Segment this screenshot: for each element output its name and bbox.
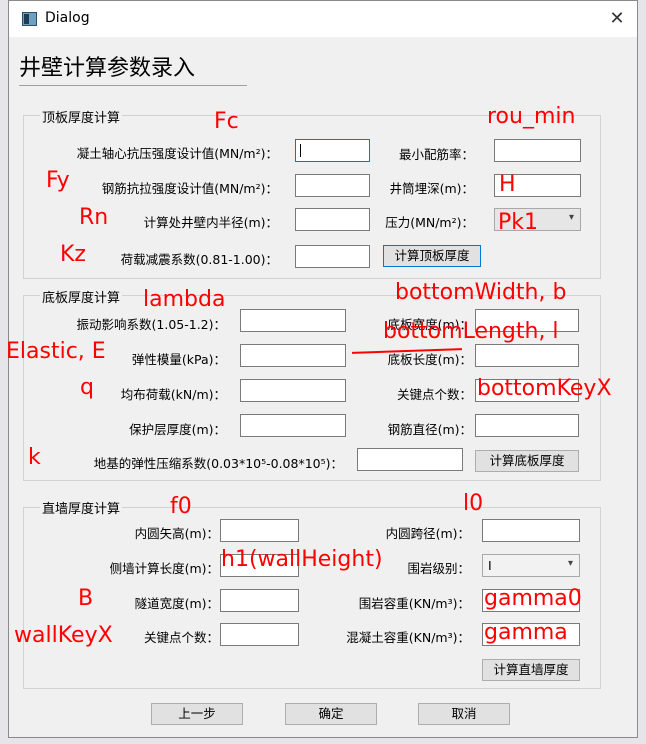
app-icon — [22, 12, 37, 26]
annotation-q: q — [80, 375, 94, 400]
load-input[interactable] — [240, 379, 346, 402]
cover-input[interactable] — [240, 414, 346, 437]
rock-grade-value: I — [488, 558, 492, 573]
annotation-rn: Rn — [79, 205, 109, 230]
min-reinforcement-input[interactable] — [494, 139, 581, 162]
inner-radius-input[interactable] — [295, 208, 370, 231]
cancel-button[interactable]: 取消 — [418, 703, 510, 725]
tunnel-width-input[interactable] — [220, 589, 299, 612]
rock-grade-label: 围岩级别： — [407, 561, 470, 576]
chevron-down-icon: ▾ — [568, 212, 574, 223]
floor-length-input[interactable] — [475, 344, 579, 367]
window-title: Dialog — [45, 10, 90, 26]
seismic-factor-label: 荷载减震系数(0.81-1.00)： — [120, 252, 278, 267]
close-icon[interactable]: ✕ — [606, 8, 628, 30]
annotation-bottom-width: bottomWidth, b — [395, 280, 567, 305]
prev-button[interactable]: 上一步 — [151, 703, 243, 725]
vibration-label: 振动影响系数(1.05-1.2)： — [76, 317, 226, 332]
foundation-input[interactable] — [357, 448, 463, 471]
steel-strength-input[interactable] — [295, 174, 370, 197]
annotation-f0: f0 — [170, 494, 192, 519]
vibration-input[interactable] — [240, 309, 346, 332]
wall-key-points-label: 关键点个数： — [143, 630, 219, 645]
annotation-gamma: gamma — [484, 620, 568, 645]
side-length-label: 侧墙计算长度(m)： — [109, 561, 219, 576]
inner-radius-label: 计算处井壁内半径(m)： — [143, 215, 278, 230]
tunnel-width-label: 隧道宽度(m)： — [134, 596, 219, 611]
seismic-factor-input[interactable] — [295, 245, 370, 268]
concrete-density-label: 混凝土容重(KN/m³)： — [346, 630, 470, 645]
floor-group-title: 底板厚度计算 — [40, 287, 123, 306]
shaft-depth-label: 井筒埋深(m)： — [389, 181, 474, 196]
rebar-diameter-label: 钢筋直径(m)： — [387, 422, 472, 437]
ok-button[interactable]: 确定 — [285, 703, 377, 725]
annotation-rou-min: rou_min — [487, 104, 576, 129]
pressure-label: 压力(MN/m²)： — [385, 215, 474, 230]
annotation-h1: h1(wallHeight) — [221, 547, 383, 572]
annotation-lambda: lambda — [143, 287, 226, 312]
rock-density-label: 围岩容重(KN/m³)： — [358, 596, 470, 611]
load-label: 均布荷载(kN/m)： — [120, 387, 226, 402]
page-title: 井壁计算参数录入 — [19, 56, 196, 81]
annotation-k: k — [28, 445, 41, 470]
calc-floor-button[interactable]: 计算底板厚度 — [475, 450, 579, 472]
title-bar: Dialog ✕ — [9, 1, 637, 37]
steel-strength-label: 钢筋抗拉强度设计值(MN/m²)： — [101, 181, 278, 196]
annotation-b-upper: B — [78, 586, 94, 611]
roof-group-title: 顶板厚度计算 — [40, 107, 123, 126]
arch-span-label: 内圆跨径(m)： — [385, 526, 470, 541]
rebar-diameter-input[interactable] — [475, 414, 579, 437]
annotation-bottom-length: bottomLength, l — [383, 319, 559, 344]
annotation-bottom-key-x: bottomKeyX — [477, 376, 612, 401]
arch-rise-label: 内圆矢高(m)： — [134, 526, 219, 541]
wall-key-points-input[interactable] — [220, 623, 299, 646]
annotation-l0: l0 — [463, 491, 484, 516]
text-caret — [300, 144, 301, 157]
cover-label: 保护层厚度(m)： — [129, 422, 226, 437]
calc-roof-button[interactable]: 计算顶板厚度 — [383, 245, 481, 267]
annotation-kz: Kz — [60, 242, 86, 267]
annotation-elastic: Elastic, E — [6, 339, 106, 364]
modulus-input[interactable] — [240, 344, 346, 367]
modulus-label: 弹性模量(kPa)： — [131, 352, 226, 367]
rock-grade-select[interactable]: I ▾ — [482, 554, 580, 577]
min-reinforcement-label: 最小配筋率： — [398, 147, 474, 162]
wall-group-title: 直墙厚度计算 — [40, 498, 123, 517]
annotation-pk1: Pk1 — [498, 210, 539, 235]
annotation-fc: Fc — [214, 109, 239, 134]
concrete-strength-input[interactable] — [295, 139, 370, 162]
calc-wall-button[interactable]: 计算直墙厚度 — [482, 659, 580, 681]
arch-span-input[interactable] — [482, 519, 580, 542]
foundation-label: 地基的弹性压缩系数(0.03*10⁵-0.08*10⁵)： — [93, 456, 343, 471]
arch-rise-input[interactable] — [220, 519, 299, 542]
title-divider — [19, 85, 247, 86]
annotation-fy: Fy — [46, 168, 70, 193]
concrete-strength-label: 凝土轴心抗压强度设计值(MN/m²)： — [76, 146, 278, 161]
annotation-wall-key-x: wallKeyX — [14, 623, 113, 648]
annotation-h: H — [499, 172, 516, 197]
chevron-down-icon: ▾ — [567, 558, 573, 569]
annotation-gamma0: gamma0 — [484, 586, 582, 611]
floor-key-points-label: 关键点个数： — [396, 387, 472, 402]
